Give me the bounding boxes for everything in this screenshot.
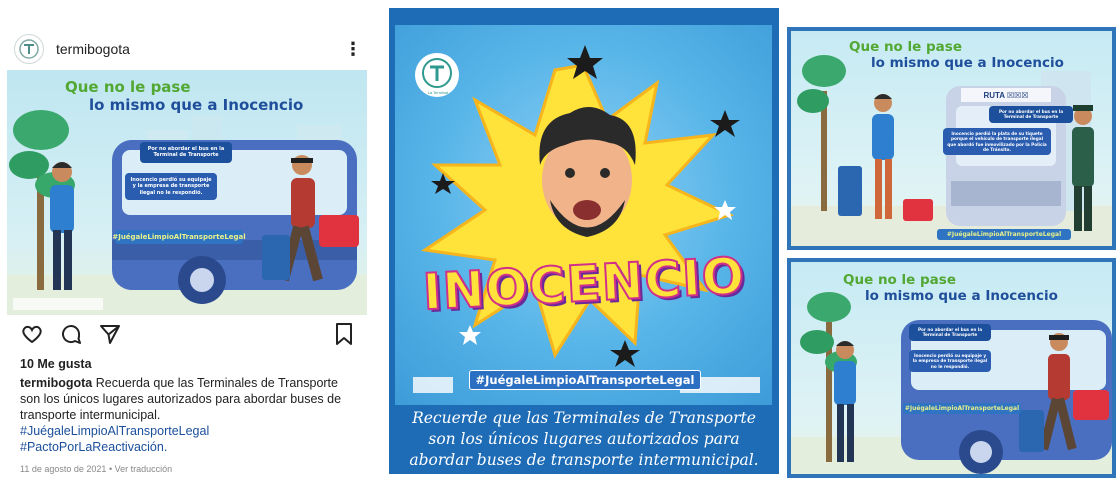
translate-link[interactable]: Ver traducción — [115, 464, 173, 474]
poster-caption-line2: son los únicos lugares autorizados para — [428, 430, 740, 448]
hashtag-link-2[interactable]: #PactoPorLaReactivación. — [20, 439, 355, 455]
post-image-bubble-1: Por no abordar el bus en la Terminal de … — [140, 142, 232, 163]
poster-police-title-line2: lo mismo que a Inocencio — [871, 55, 1064, 71]
poster-caption: Recuerde que las Terminales de Transport… — [395, 408, 773, 471]
poster-bus-title-line1: Que no le pase — [843, 272, 956, 288]
heart-icon[interactable] — [20, 322, 44, 346]
poster-police: Que no le pase lo mismo que a Inocencio … — [787, 27, 1116, 250]
more-options-icon[interactable]: ⋮ — [344, 40, 362, 58]
date-separator: • — [108, 464, 113, 474]
poster-police-scene: Que no le pase lo mismo que a Inocencio … — [791, 31, 1112, 246]
poster-police-title: Que no le pase lo mismo que a Inocencio — [849, 39, 1064, 71]
poster-bus: Que no le pase lo mismo que a Inocencio … — [787, 258, 1116, 478]
poster-middle-hashtag: #JuégaleLimpioAlTransporteLegal — [469, 370, 701, 390]
poster-bus-title: Que no le pase lo mismo que a Inocencio — [843, 272, 1058, 304]
post-date-row: 11 de agosto de 2021 • Ver traducción — [20, 464, 172, 474]
post-image[interactable]: Que no le pase lo mismo que a Inocencio … — [7, 70, 367, 315]
poster-police-title-line1: Que no le pase — [849, 39, 962, 55]
poster-inocencio: INOCENCIO La Terminal #JuégaleLimpioAlTr… — [389, 8, 779, 474]
poster-caption-line3: abordar buses de transporte intermunicip… — [409, 451, 759, 469]
poster-logo-label: La Terminal — [427, 90, 449, 95]
bookmark-icon[interactable] — [333, 322, 355, 346]
bus-route-sign: RUTA ☒☒☒ — [961, 88, 1051, 102]
post-image-title: Que no le pase lo mismo que a Inocencio — [65, 78, 303, 114]
poster-background: INOCENCIO La Terminal #JuégaleLimpioAlTr… — [395, 25, 772, 405]
likes-count[interactable]: 10 Me gusta — [20, 357, 92, 371]
post-date: 11 de agosto de 2021 — [20, 464, 107, 474]
poster-police-bubble-1: Por no abordar el bus en la Terminal de … — [989, 106, 1073, 123]
post-header: termibogota ⋮ — [14, 34, 362, 64]
poster-bus-title-line2: lo mismo que a Inocencio — [865, 288, 1058, 304]
post-username[interactable]: termibogota — [56, 41, 130, 57]
post-image-bubble-2: Inocencio perdió su equipaje y la empres… — [125, 173, 217, 200]
poster-police-bubble-2: Inocencio perdió la plata de su tiquete … — [943, 128, 1051, 155]
post-caption: termibogota Recuerda que las Terminales … — [20, 375, 355, 455]
post-image-title-line2: lo mismo que a Inocencio — [89, 96, 304, 114]
instagram-post: termibogota ⋮ Que no le pase lo mismo qu… — [0, 0, 372, 481]
poster-bus-hashtag: #JuégaleLimpioAlTransporteLegal — [903, 403, 1021, 414]
poster-police-hashtag: #JuégaleLimpioAlTransporteLegal — [937, 229, 1071, 240]
profile-avatar-icon[interactable] — [14, 34, 44, 64]
poster-bus-bubble-1: Por no abordar el bus en la Terminal de … — [909, 324, 991, 341]
post-image-hashtag: #JuégaleLimpioAlTransporteLegal — [112, 230, 246, 244]
poster-bus-bubble-2: Inocencio perdió su equipaje y la empres… — [909, 350, 991, 372]
caption-username[interactable]: termibogota — [20, 376, 92, 390]
share-icon[interactable] — [98, 322, 122, 346]
comment-icon[interactable] — [59, 322, 83, 346]
poster-bus-scene: Que no le pase lo mismo que a Inocencio … — [791, 262, 1112, 474]
poster-caption-line1: Recuerde que las Terminales de Transport… — [412, 409, 756, 427]
hashtag-link-1[interactable]: #JuégaleLimpioAlTransporteLegal — [20, 423, 355, 439]
post-image-title-line1: Que no le pase — [65, 78, 191, 96]
post-actions — [20, 322, 360, 348]
